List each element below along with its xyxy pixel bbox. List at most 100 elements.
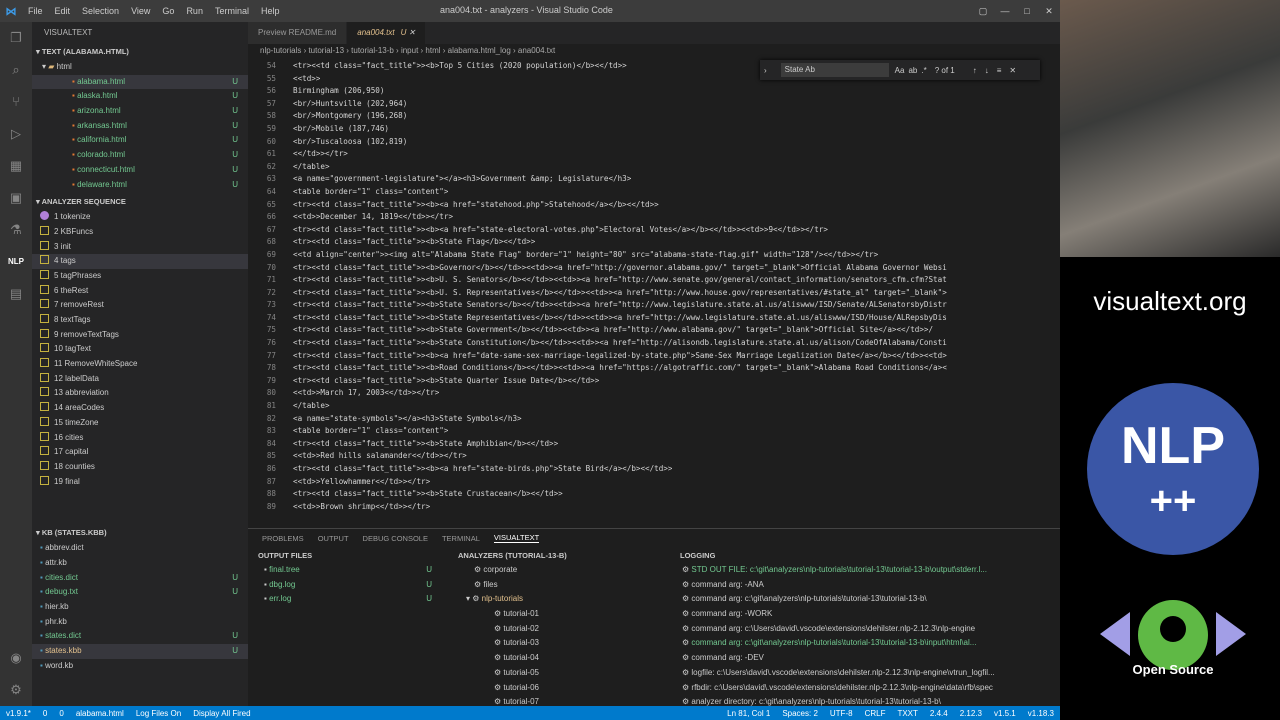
- file-item[interactable]: ▪ connecticut.html U: [32, 163, 248, 178]
- remote-icon[interactable]: ▣: [0, 182, 32, 214]
- search-icon[interactable]: ⌕: [0, 54, 32, 86]
- tab-readme-preview[interactable]: Preview README.md: [248, 22, 348, 44]
- file-item[interactable]: ▪ arkansas.html U: [32, 119, 248, 134]
- sequence-item[interactable]: 19 final: [32, 475, 248, 490]
- notebook-icon[interactable]: ▤: [0, 278, 32, 310]
- kb-file-item[interactable]: ▪ hier.kb: [32, 600, 248, 615]
- log-item[interactable]: ⚙ STD OUT FILE: c:\git\analyzers\nlp-tut…: [676, 563, 1056, 578]
- output-file-item[interactable]: ▪ final.tree U: [254, 563, 450, 578]
- log-item[interactable]: ⚙ rfbdir: c:\Users\david\.vscode\extensi…: [676, 681, 1056, 696]
- text-section-header[interactable]: ▾ TEXT (ALABAMA.HTML): [32, 44, 248, 60]
- status-item[interactable]: Display All Fired: [193, 709, 250, 718]
- status-item[interactable]: v1.9.1*: [6, 709, 31, 718]
- sequence-item[interactable]: 4 tags: [32, 254, 248, 269]
- regex-icon[interactable]: .*: [921, 66, 926, 75]
- previous-match-icon[interactable]: ↑: [973, 66, 977, 75]
- sequence-item[interactable]: 10 tagText: [32, 342, 248, 357]
- kb-file-item[interactable]: ▪ word.kb: [32, 659, 248, 674]
- analyzer-item[interactable]: ⚙ files: [454, 578, 670, 593]
- sequence-item[interactable]: 1 tokenize: [32, 210, 248, 225]
- menu-item-help[interactable]: Help: [255, 6, 286, 16]
- nlp-icon[interactable]: NLP: [0, 246, 32, 278]
- status-right-item[interactable]: v1.5.1: [994, 709, 1016, 718]
- file-item[interactable]: ▪ alaska.html U: [32, 89, 248, 104]
- whole-word-icon[interactable]: ab: [908, 66, 917, 75]
- breadcrumb[interactable]: nlp-tutorials › tutorial-13 › tutorial-1…: [248, 44, 1060, 58]
- account-icon[interactable]: ◉: [0, 642, 32, 674]
- sequence-item[interactable]: 16 cities: [32, 431, 248, 446]
- menu-item-file[interactable]: File: [22, 6, 49, 16]
- kb-file-item[interactable]: ▪ debug.txt U: [32, 585, 248, 600]
- status-right-item[interactable]: Spaces: 2: [782, 709, 818, 718]
- log-item[interactable]: ⚙ command arg: c:\git\analyzers\nlp-tuto…: [676, 592, 1056, 607]
- source-control-icon[interactable]: ⑂: [0, 86, 32, 118]
- status-item[interactable]: 0: [43, 709, 47, 718]
- sequence-item[interactable]: 7 removeRest: [32, 298, 248, 313]
- analyzer-item[interactable]: ⚙ tutorial-02: [454, 622, 670, 637]
- panel-tab-problems[interactable]: PROBLEMS: [262, 534, 304, 543]
- find-selection-icon[interactable]: ≡: [997, 66, 1002, 75]
- next-match-icon[interactable]: ↓: [985, 66, 989, 75]
- file-item[interactable]: ▪ delaware.html U: [32, 178, 248, 193]
- find-input[interactable]: State Ab: [780, 63, 889, 77]
- find-expand-icon[interactable]: ›: [764, 66, 767, 75]
- layout-icon[interactable]: ▢: [972, 6, 994, 17]
- sequence-item[interactable]: 8 textTags: [32, 313, 248, 328]
- log-item[interactable]: ⚙ command arg: -ANA: [676, 578, 1056, 593]
- menu-item-selection[interactable]: Selection: [76, 6, 125, 16]
- analyzer-item[interactable]: ⚙ tutorial-05: [454, 666, 670, 681]
- sequence-item[interactable]: 6 theRest: [32, 284, 248, 299]
- panel-tab-visualtext[interactable]: VISUALTEXT: [493, 533, 540, 543]
- status-right-item[interactable]: CRLF: [865, 709, 886, 718]
- status-right-item[interactable]: v1.18.3: [1028, 709, 1054, 718]
- tab-ana004[interactable]: ana004.txt U ✕: [347, 22, 427, 44]
- analyzer-item[interactable]: ⚙ tutorial-06: [454, 681, 670, 696]
- log-item[interactable]: ⚙ command arg: c:\git\analyzers\nlp-tuto…: [676, 636, 1056, 651]
- file-item[interactable]: ▪ arizona.html U: [32, 104, 248, 119]
- log-item[interactable]: ⚙ command arg: c:\Users\david\.vscode\ex…: [676, 622, 1056, 637]
- sequence-item[interactable]: 17 capital: [32, 445, 248, 460]
- settings-gear-icon[interactable]: ⚙: [0, 674, 32, 706]
- tab-close-icon[interactable]: ✕: [406, 28, 416, 37]
- close-icon[interactable]: ✕: [1038, 6, 1060, 17]
- kb-file-item[interactable]: ▪ attr.kb: [32, 556, 248, 571]
- explorer-icon[interactable]: ❐: [0, 22, 32, 54]
- menu-item-view[interactable]: View: [125, 6, 156, 16]
- kb-file-item[interactable]: ▪ abbrev.dict: [32, 541, 248, 556]
- sequence-item[interactable]: 12 labelData: [32, 372, 248, 387]
- analyzer-item[interactable]: ⚙ tutorial-03: [454, 636, 670, 651]
- file-item[interactable]: ▪ colorado.html U: [32, 148, 248, 163]
- menu-item-edit[interactable]: Edit: [49, 6, 77, 16]
- status-right-item[interactable]: Ln 81, Col 1: [727, 709, 770, 718]
- html-folder[interactable]: ▾ ▰ html: [32, 60, 248, 75]
- status-item[interactable]: alabama.html: [76, 709, 124, 718]
- output-file-item[interactable]: ▪ dbg.log U: [254, 578, 450, 593]
- analyzer-item[interactable]: ⚙ corporate: [454, 563, 670, 578]
- kb-file-item[interactable]: ▪ states.dict U: [32, 629, 248, 644]
- status-item[interactable]: Log Files On: [136, 709, 181, 718]
- close-find-icon[interactable]: ✕: [1009, 66, 1016, 75]
- sequence-item[interactable]: 5 tagPhrases: [32, 269, 248, 284]
- sequence-item[interactable]: 3 init: [32, 240, 248, 255]
- sequence-item[interactable]: 18 counties: [32, 460, 248, 475]
- menu-item-terminal[interactable]: Terminal: [209, 6, 255, 16]
- log-item[interactable]: ⚙ command arg: -WORK: [676, 607, 1056, 622]
- analyzer-item[interactable]: ⚙ tutorial-01: [454, 607, 670, 622]
- status-right-item[interactable]: 2.4.4: [930, 709, 948, 718]
- sequence-item[interactable]: 11 RemoveWhiteSpace: [32, 357, 248, 372]
- testing-icon[interactable]: ⚗: [0, 214, 32, 246]
- code-area[interactable]: 54 <tr><<td class="fact_title">><b>Top 5 …: [248, 60, 1060, 528]
- kb-file-item[interactable]: ▪ states.kbb U: [32, 644, 248, 659]
- sequence-item[interactable]: 9 removeTextTags: [32, 328, 248, 343]
- log-item[interactable]: ⚙ logfile: c:\Users\david\.vscode\extens…: [676, 666, 1056, 681]
- sequence-item[interactable]: 14 areaCodes: [32, 401, 248, 416]
- menu-item-go[interactable]: Go: [156, 6, 180, 16]
- menu-item-run[interactable]: Run: [180, 6, 209, 16]
- panel-tab-terminal[interactable]: TERMINAL: [442, 534, 480, 543]
- maximize-icon[interactable]: □: [1016, 6, 1038, 16]
- kb-file-item[interactable]: ▪ phr.kb: [32, 615, 248, 630]
- match-case-icon[interactable]: Aa: [895, 66, 905, 75]
- analyzer-sequence-header[interactable]: ▾ ANALYZER SEQUENCE: [32, 194, 248, 210]
- kb-section-header[interactable]: ▾ KB (STATES.KBB): [32, 525, 248, 541]
- sequence-item[interactable]: 2 KBFuncs: [32, 225, 248, 240]
